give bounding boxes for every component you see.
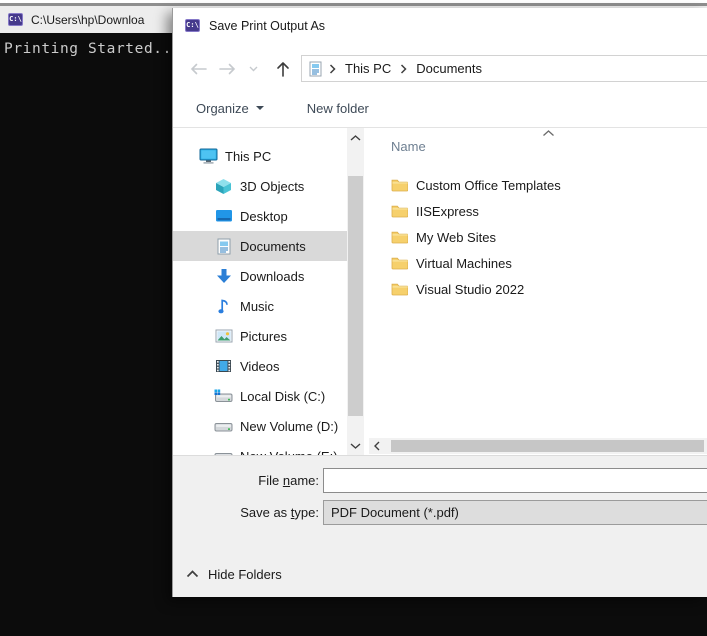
dialog-footer: File name: Save as type: PDF Document (*… bbox=[173, 455, 707, 597]
documents-location-icon bbox=[309, 61, 322, 77]
recent-locations-dropdown[interactable] bbox=[249, 66, 258, 72]
sidebar-item-label: Music bbox=[240, 299, 274, 314]
sidebar-item-label: Downloads bbox=[240, 269, 304, 284]
save-as-type-row: Save as type: PDF Document (*.pdf) bbox=[173, 500, 707, 525]
save-as-type-select[interactable]: PDF Document (*.pdf) bbox=[323, 500, 707, 525]
back-button[interactable] bbox=[189, 63, 207, 75]
file-name-row: File name: bbox=[173, 468, 707, 493]
desktop-icon bbox=[214, 207, 233, 225]
drive-icon bbox=[214, 447, 233, 455]
sidebar-item-music[interactable]: Music bbox=[173, 291, 347, 321]
folder-row-iisexpress[interactable]: IISExpress bbox=[391, 198, 707, 224]
sidebar-item-this-pc[interactable]: This PC bbox=[173, 141, 347, 171]
browser-area: This PC 3D Objects Desktop bbox=[173, 128, 707, 455]
sidebar-item-pictures[interactable]: Pictures bbox=[173, 321, 347, 351]
forward-button[interactable] bbox=[219, 63, 237, 75]
folder-name: Visual Studio 2022 bbox=[416, 282, 524, 297]
sidebar-item-downloads[interactable]: Downloads bbox=[173, 261, 347, 291]
folder-list: Custom Office Templates IISExpress My We… bbox=[391, 172, 707, 302]
scrollbar-thumb[interactable] bbox=[391, 440, 704, 452]
new-folder-button[interactable]: New folder bbox=[307, 101, 369, 116]
sidebar-item-label: 3D Objects bbox=[240, 179, 304, 194]
navigation-pane: This PC 3D Objects Desktop bbox=[173, 128, 347, 455]
folder-row-custom-office-templates[interactable]: Custom Office Templates bbox=[391, 172, 707, 198]
navigation-bar: This PC Documents bbox=[173, 43, 707, 89]
file-name-input[interactable] bbox=[323, 468, 707, 493]
folder-icon bbox=[391, 256, 408, 270]
file-list: Name Custom Office Templates bbox=[364, 128, 707, 455]
hide-folders-button[interactable]: Hide Folders bbox=[186, 564, 282, 584]
local-disk-icon bbox=[214, 387, 233, 405]
scrollbar-thumb[interactable] bbox=[348, 176, 363, 416]
save-as-type-value: PDF Document (*.pdf) bbox=[331, 505, 459, 520]
folder-row-my-web-sites[interactable]: My Web Sites bbox=[391, 224, 707, 250]
dialog-title: Save Print Output As bbox=[209, 19, 325, 33]
folder-name: My Web Sites bbox=[416, 230, 496, 245]
folder-icon bbox=[391, 204, 408, 218]
sidebar-scrollbar[interactable] bbox=[347, 128, 364, 455]
folder-name: IISExpress bbox=[416, 204, 479, 219]
sidebar-item-videos[interactable]: Videos bbox=[173, 351, 347, 381]
sidebar-item-label: Videos bbox=[240, 359, 280, 374]
hide-folders-label: Hide Folders bbox=[208, 567, 282, 582]
sidebar-item-label: Documents bbox=[240, 239, 306, 254]
up-button[interactable] bbox=[276, 60, 290, 77]
breadcrumb-this-pc[interactable]: This PC bbox=[345, 61, 391, 76]
sidebar-item-new-volume-d[interactable]: New Volume (D:) bbox=[173, 411, 347, 441]
cmd-icon: C:\ bbox=[185, 19, 200, 32]
sidebar-item-label: Local Disk (C:) bbox=[240, 389, 325, 404]
downloads-icon bbox=[214, 267, 233, 285]
pictures-icon bbox=[214, 327, 233, 345]
sidebar-item-local-disk-c[interactable]: Local Disk (C:) bbox=[173, 381, 347, 411]
screen: C:\ C:\Users\hp\Downloa Printing Started… bbox=[0, 0, 707, 636]
folder-row-visual-studio-2022[interactable]: Visual Studio 2022 bbox=[391, 276, 707, 302]
sidebar-item-new-volume-e[interactable]: New Volume (E:) bbox=[173, 441, 347, 455]
dialog-titlebar[interactable]: C:\ Save Print Output As bbox=[173, 8, 707, 43]
horizontal-scrollbar[interactable] bbox=[369, 438, 707, 454]
sidebar-item-3d-objects[interactable]: 3D Objects bbox=[173, 171, 347, 201]
music-note-icon bbox=[214, 297, 233, 315]
folder-icon bbox=[391, 230, 408, 244]
chevron-up-icon bbox=[186, 570, 199, 578]
drive-icon bbox=[214, 417, 233, 435]
organize-label: Organize bbox=[196, 101, 249, 116]
save-as-type-label: Save as type: bbox=[173, 500, 319, 525]
videos-icon bbox=[214, 357, 233, 375]
console-output-text: Printing Started... bbox=[4, 41, 181, 57]
name-column-header[interactable]: Name bbox=[391, 139, 426, 154]
sidebar-item-label: Pictures bbox=[240, 329, 287, 344]
address-bar[interactable]: This PC Documents bbox=[301, 55, 707, 82]
sidebar-item-label: Desktop bbox=[240, 209, 288, 224]
folder-icon bbox=[391, 282, 408, 296]
sidebar-item-documents[interactable]: Documents bbox=[173, 231, 347, 261]
breadcrumb-chevron-icon[interactable] bbox=[400, 64, 407, 74]
folder-name: Virtual Machines bbox=[416, 256, 512, 271]
folder-icon bbox=[391, 178, 408, 192]
name-column-label: Name bbox=[391, 139, 426, 154]
sidebar-item-label: This PC bbox=[225, 149, 271, 164]
sidebar-item-label: New Volume (D:) bbox=[240, 419, 338, 434]
cmd-icon: C:\ bbox=[8, 13, 23, 26]
caret-down-icon bbox=[256, 106, 264, 110]
scroll-left-icon[interactable] bbox=[369, 438, 385, 454]
documents-icon bbox=[214, 237, 233, 255]
folder-row-virtual-machines[interactable]: Virtual Machines bbox=[391, 250, 707, 276]
this-pc-icon bbox=[199, 147, 218, 165]
folder-name: Custom Office Templates bbox=[416, 178, 561, 193]
sidebar-item-desktop[interactable]: Desktop bbox=[173, 201, 347, 231]
organize-button[interactable]: Organize bbox=[196, 101, 264, 116]
save-print-output-dialog: C:\ Save Print Output As bbox=[172, 8, 707, 597]
scroll-down-icon[interactable] bbox=[347, 439, 364, 453]
console-title: C:\Users\hp\Downloa bbox=[31, 13, 144, 27]
sort-ascending-icon bbox=[542, 130, 555, 137]
scroll-up-icon[interactable] bbox=[347, 131, 364, 145]
file-name-label: File name: bbox=[173, 468, 319, 493]
breadcrumb-documents[interactable]: Documents bbox=[416, 61, 482, 76]
breadcrumb-chevron-icon[interactable] bbox=[329, 64, 336, 74]
command-toolbar: Organize New folder bbox=[173, 89, 707, 128]
3d-objects-icon bbox=[214, 177, 233, 195]
